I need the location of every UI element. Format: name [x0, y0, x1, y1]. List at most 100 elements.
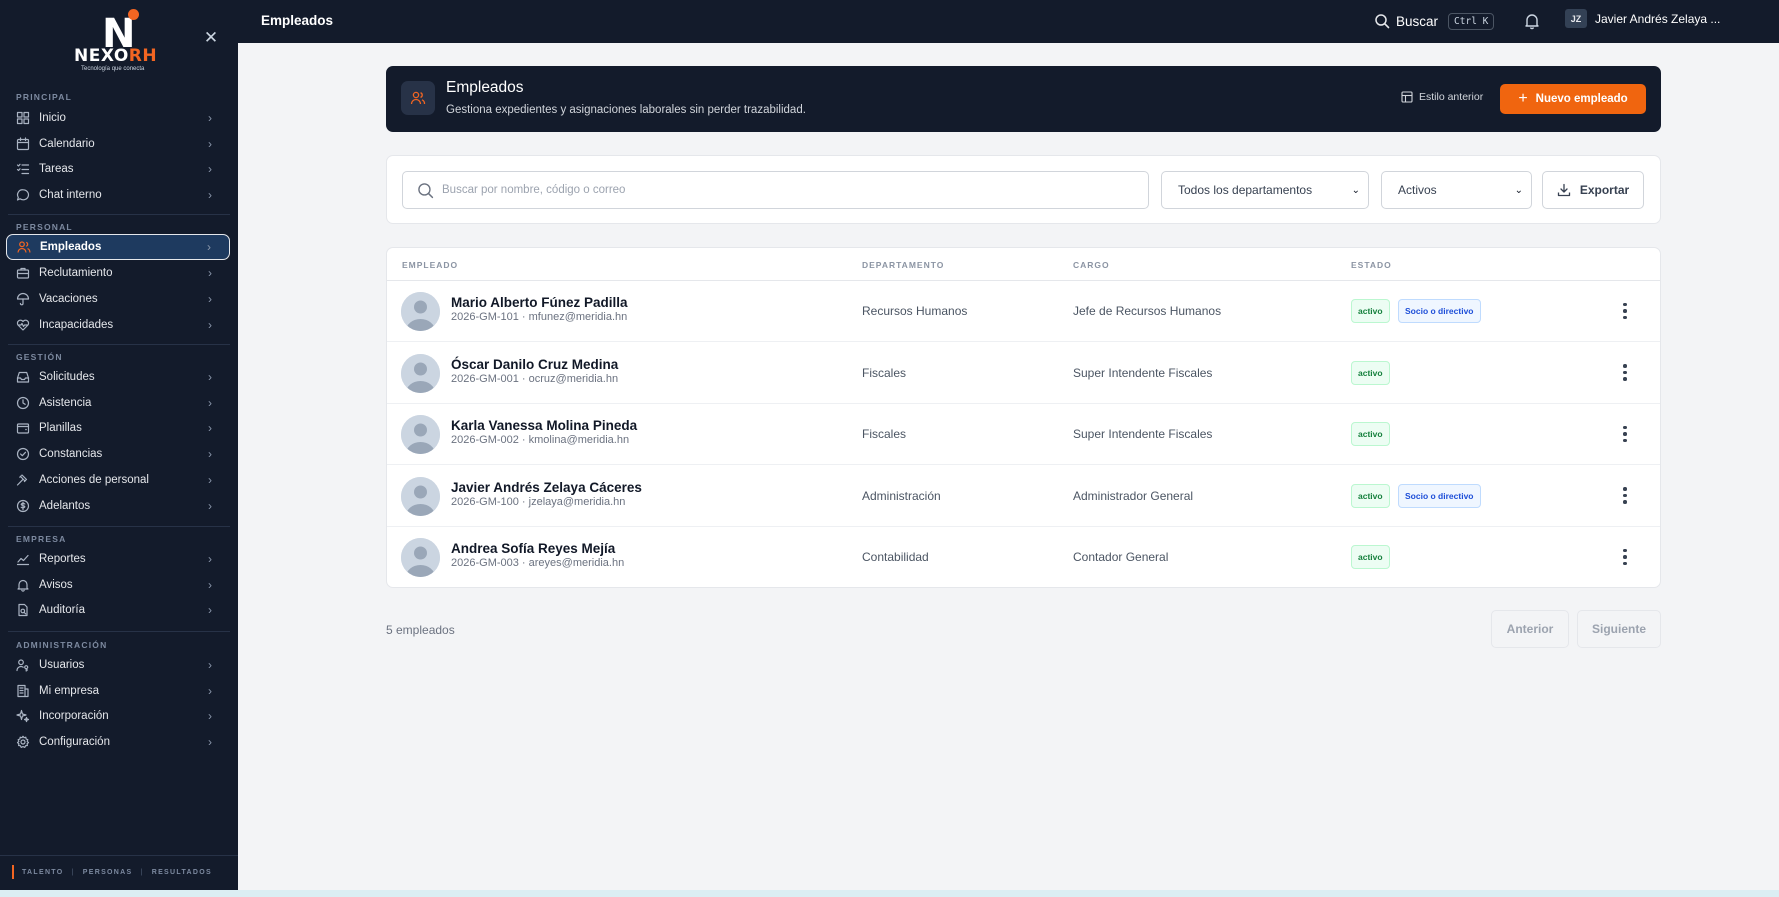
layout-icon — [1401, 91, 1413, 103]
employee-name[interactable]: Karla Vanessa Molina Pineda — [451, 418, 637, 433]
column-header-position[interactable]: CARGO — [1073, 260, 1110, 270]
employee-name[interactable]: Javier Andrés Zelaya Cáceres — [451, 480, 642, 495]
new-employee-button[interactable]: + Nuevo empleado — [1500, 84, 1646, 114]
sidebar-item-label: Solicitudes — [39, 371, 95, 383]
old-style-button[interactable]: Estilo anterior — [1401, 91, 1483, 103]
sidebar-item-acciones-de-personal[interactable]: Acciones de personal › — [6, 468, 230, 492]
sidebar-item-inicio[interactable]: Inicio › — [6, 106, 230, 130]
status-badge: activo — [1351, 299, 1390, 323]
employee-position: Administrador General — [1073, 488, 1194, 503]
sidebar-item-vacaciones[interactable]: Vacaciones › — [6, 287, 230, 311]
sidebar-item-incapacidades[interactable]: Incapacidades › — [6, 313, 230, 337]
avatar — [401, 292, 440, 331]
chevron-down-icon: ⌄ — [1514, 184, 1523, 196]
employee-name[interactable]: Andrea Sofía Reyes Mejía — [451, 541, 615, 556]
dashboard-icon — [16, 111, 30, 125]
section-title: EMPRESA — [16, 534, 67, 544]
column-header-employee[interactable]: EMPLEADO — [402, 260, 458, 270]
search-icon — [418, 182, 434, 198]
column-header-status[interactable]: ESTADO — [1351, 260, 1392, 270]
chevron-right-icon: › — [208, 162, 212, 176]
employee-department: Recursos Humanos — [862, 304, 968, 318]
sidebar-item-constancias[interactable]: Constancias › — [6, 442, 230, 466]
next-page-button[interactable]: Siguiente — [1577, 610, 1661, 648]
column-header-department[interactable]: DEPARTAMENTO — [862, 260, 944, 270]
row-actions-button[interactable] — [1615, 363, 1635, 383]
sidebar-item-usuarios[interactable]: Usuarios › — [6, 653, 230, 677]
status-select[interactable]: Activos ⌄ — [1381, 171, 1532, 209]
sidebar-item-incorporacion[interactable]: Incorporación › — [6, 704, 230, 728]
sidebar-item-label: Chat interno — [39, 189, 102, 201]
employee-search — [402, 171, 1149, 209]
chevron-right-icon: › — [208, 499, 212, 513]
sidebar-item-calendario[interactable]: Calendario › — [6, 132, 230, 156]
chevron-right-icon: › — [208, 447, 212, 461]
row-actions-button[interactable] — [1615, 301, 1635, 321]
role-badge: Socio o directivo — [1398, 483, 1481, 508]
employee-name[interactable]: Mario Alberto Fúnez Padilla — [451, 295, 628, 310]
sidebar-item-auditoria[interactable]: Auditoría › — [6, 598, 230, 622]
sparkles-icon — [16, 709, 30, 723]
gavel-icon — [16, 473, 30, 487]
role-badge: Socio o directivo — [1398, 299, 1481, 323]
sidebar-item-solicitudes[interactable]: Solicitudes › — [6, 365, 230, 389]
chevron-right-icon: › — [208, 137, 212, 151]
sidebar-item-mi-empresa[interactable]: Mi empresa › — [6, 679, 230, 703]
table-row[interactable]: Andrea Sofía Reyes Mejía 2026-GM-003 · ar… — [387, 527, 1660, 587]
sidebar-item-reclutamiento[interactable]: Reclutamiento › — [6, 261, 230, 285]
notifications-button[interactable] — [1523, 12, 1541, 30]
search-input[interactable] — [442, 184, 1102, 196]
employee-department: Fiscales — [862, 427, 907, 441]
sidebar-item-planillas[interactable]: Planillas › — [6, 416, 230, 440]
building-icon — [16, 684, 30, 698]
close-sidebar-button[interactable]: ✕ — [203, 29, 219, 46]
table-header: EMPLEADO DEPARTAMENTO CARGO ESTADO — [387, 248, 1660, 281]
sidebar-item-tareas[interactable]: Tareas › — [6, 157, 230, 181]
table-row[interactable]: Javier Andrés Zelaya Cáceres 2026-GM-100 … — [387, 466, 1660, 527]
sidebar-item-asistencia[interactable]: Asistencia › — [6, 391, 230, 415]
employee-name[interactable]: Óscar Danilo Cruz Medina — [451, 357, 618, 372]
keyboard-shortcut: Ctrl K — [1448, 12, 1495, 30]
table-row[interactable]: Mario Alberto Fúnez Padilla 2026-GM-101 ·… — [387, 281, 1660, 342]
sidebar-item-chat-interno[interactable]: Chat interno › — [6, 183, 230, 207]
chevron-right-icon: › — [208, 318, 212, 332]
sidebar-item-label: Adelantos — [39, 500, 91, 512]
user-name: Javier Andrés Zelaya ... — [1595, 11, 1721, 26]
employee-position: Super Intendente Fiscales — [1073, 427, 1213, 441]
audit-icon — [16, 603, 30, 617]
logo-tagline: Tecnología que conecta — [81, 66, 145, 72]
previous-page-button[interactable]: Anterior — [1491, 610, 1569, 648]
inbox-icon — [16, 370, 30, 384]
row-actions-button[interactable] — [1615, 547, 1635, 567]
chevron-right-icon: › — [207, 240, 211, 254]
table-row[interactable]: Óscar Danilo Cruz Medina 2026-GM-001 · oc… — [387, 343, 1660, 404]
row-actions-button[interactable] — [1615, 486, 1635, 506]
employee-department: Administración — [862, 488, 941, 503]
chevron-right-icon: › — [208, 292, 212, 306]
more-vertical-icon — [1623, 302, 1627, 307]
wallet-icon — [16, 421, 30, 435]
sidebar: N NEXORH Tecnología que conecta ✕ PRINCI… — [0, 0, 238, 890]
header-title: Empleados — [446, 79, 524, 96]
more-vertical-icon — [1623, 425, 1627, 430]
row-actions-button[interactable] — [1615, 424, 1635, 444]
sidebar-item-configuracion[interactable]: Configuración › — [6, 730, 230, 754]
sidebar-item-empleados[interactable]: Empleados › — [6, 234, 230, 260]
export-button[interactable]: Exportar — [1542, 171, 1644, 209]
department-select[interactable]: Todos los departamentos ⌄ — [1161, 171, 1369, 209]
sidebar-item-reportes[interactable]: Reportes › — [6, 547, 230, 571]
section-title: PERSONAL — [16, 222, 73, 232]
user-menu[interactable]: JZ Javier Andrés Zelaya ... — [1565, 9, 1720, 28]
sidebar-item-label: Reportes — [39, 553, 86, 565]
sidebar-item-avisos[interactable]: Avisos › — [6, 573, 230, 597]
table-row[interactable]: Karla Vanessa Molina Pineda 2026-GM-002 ·… — [387, 404, 1660, 465]
divider — [8, 631, 230, 632]
global-search-button[interactable]: Buscar Ctrl K — [1374, 10, 1495, 32]
window-bottom-edge — [0, 890, 1779, 897]
avatar — [401, 353, 440, 393]
avatar — [401, 476, 440, 516]
sidebar-item-adelantos[interactable]: Adelantos › — [6, 494, 230, 518]
employee-position: Contador General — [1073, 550, 1169, 564]
chevron-right-icon: › — [208, 396, 212, 410]
page-title: Empleados — [261, 13, 334, 28]
